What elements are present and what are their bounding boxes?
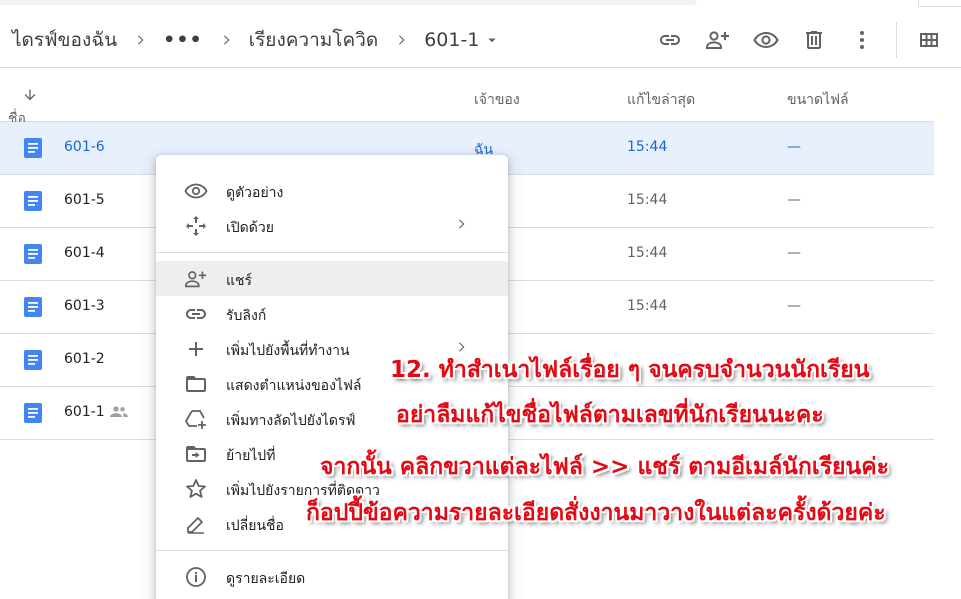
menu-item-label: ดูรายละเอียด — [226, 571, 306, 587]
breadcrumb: ไดรฟ์ของฉัน ••• เรียงความโควิด 601-1 — [12, 12, 509, 68]
chevron-right-icon — [394, 33, 408, 47]
context-menu: ดูตัวอย่าง เปิดด้วย แชร์ รับลิงก์ เพิ่มไ… — [156, 155, 508, 599]
top-strip — [0, 0, 961, 10]
move-arrows-icon — [184, 214, 208, 238]
menu-item-label: แชร์ — [226, 273, 253, 289]
file-size: — — [787, 298, 801, 314]
menu-item-open-with[interactable]: เปิดด้วย — [156, 208, 508, 243]
menu-item-preview[interactable]: ดูตัวอย่าง — [156, 173, 508, 208]
arrow-down-icon — [24, 89, 36, 101]
file-name: 601-5 — [64, 192, 105, 208]
chevron-right-icon — [454, 340, 468, 358]
breadcrumb-more[interactable]: ••• — [155, 29, 210, 51]
column-modified[interactable]: แก้ไขล่าสุด — [627, 89, 695, 111]
file-size: — — [787, 192, 801, 208]
file-name: 601-6 — [64, 139, 105, 155]
link-icon — [184, 302, 208, 326]
chevron-right-icon — [133, 33, 147, 47]
menu-item-get-link[interactable]: รับลิงก์ — [156, 296, 508, 331]
menu-item-show-location[interactable]: แสดงตำแหน่งของไฟล์ — [156, 366, 508, 401]
file-name: 601-4 — [64, 245, 105, 261]
grid-view-button[interactable] — [905, 16, 953, 64]
eye-icon — [184, 179, 208, 203]
move-to-icon — [184, 442, 208, 466]
breadcrumb-current[interactable]: 601-1 — [416, 29, 509, 51]
file-modified: 15:44 — [627, 139, 668, 155]
column-name[interactable]: ชื่อ — [8, 89, 38, 127]
google-docs-icon — [24, 403, 42, 423]
menu-item-label: ดูตัวอย่าง — [226, 185, 284, 201]
shared-people-icon — [110, 406, 128, 417]
google-docs-icon — [24, 191, 42, 211]
breadcrumb-folder[interactable]: เรียงความโควิด — [241, 25, 387, 55]
remove-button[interactable] — [790, 16, 838, 64]
file-modified: 15:44 — [627, 298, 668, 314]
preview-eye-icon — [753, 31, 779, 49]
file-name: 601-2 — [64, 351, 105, 367]
top-right-control-edge[interactable] — [918, 0, 961, 7]
drive-header: ไดรฟ์ของฉัน ••• เรียงความโควิด 601-1 — [0, 12, 961, 68]
search-bar-edge[interactable] — [0, 0, 697, 5]
add-person-icon — [706, 31, 729, 49]
file-name: 601-3 — [64, 298, 105, 314]
toolbar-divider — [896, 22, 897, 58]
menu-item-share[interactable]: แชร์ — [156, 261, 508, 296]
breadcrumb-current-label: 601-1 — [424, 29, 480, 51]
menu-divider — [156, 550, 508, 551]
menu-item-add-to-starred[interactable]: เพิ่มไปยังรายการที่ติดดาว — [156, 471, 508, 506]
menu-item-label: เพิ่มไปยังพื้นที่ทำงาน — [226, 343, 350, 359]
preview-button[interactable] — [742, 16, 790, 64]
grid-view-icon — [920, 33, 938, 47]
file-size: — — [787, 139, 801, 155]
breadcrumb-my-drive[interactable]: ไดรฟ์ของฉัน — [12, 25, 125, 55]
chevron-right-icon — [454, 217, 468, 235]
menu-item-label: รับลิงก์ — [226, 308, 267, 324]
google-docs-icon — [24, 244, 42, 264]
file-modified: 15:44 — [627, 192, 668, 208]
add-person-icon — [184, 267, 208, 291]
menu-item-label: เปลี่ยนชื่อ — [226, 518, 284, 534]
menu-divider — [156, 252, 508, 253]
pencil-icon — [184, 512, 208, 536]
menu-item-label: เพิ่มไปยังรายการที่ติดดาว — [226, 483, 380, 499]
file-list-header: ชื่อ เจ้าของ แก้ไขล่าสุด ขนาดไฟล์ — [0, 70, 934, 127]
add-shortcut-icon — [184, 407, 208, 431]
info-icon — [184, 565, 208, 589]
menu-item-rename[interactable]: เปลี่ยนชื่อ — [156, 506, 508, 541]
menu-item-label: ย้ายไปที่ — [226, 448, 276, 464]
header-actions — [646, 12, 961, 68]
menu-item-details[interactable]: ดูรายละเอียด — [156, 559, 508, 594]
star-icon — [184, 477, 208, 501]
folder-icon — [184, 372, 208, 396]
more-vert-icon — [860, 31, 864, 49]
column-size[interactable]: ขนาดไฟล์ — [787, 89, 849, 111]
link-icon — [660, 35, 680, 45]
chevron-right-icon — [219, 33, 233, 47]
menu-item-label: เปิดด้วย — [226, 220, 274, 236]
file-size: — — [787, 245, 801, 261]
get-link-button[interactable] — [646, 16, 694, 64]
caret-down-icon — [483, 31, 501, 49]
google-docs-icon — [24, 297, 42, 317]
menu-item-label: เพิ่มทางลัดไปยังไดรฟ์ — [226, 413, 356, 429]
google-docs-icon — [24, 138, 42, 158]
trash-icon — [806, 31, 822, 49]
file-name: 601-1 — [64, 404, 105, 420]
menu-item-add-shortcut[interactable]: เพิ่มทางลัดไปยังไดรฟ์ — [156, 401, 508, 436]
more-actions-button[interactable] — [838, 16, 886, 64]
file-modified: 15:44 — [627, 245, 668, 261]
google-docs-icon — [24, 350, 42, 370]
column-owner[interactable]: เจ้าของ — [474, 89, 520, 111]
menu-item-add-to-workspace[interactable]: เพิ่มไปยังพื้นที่ทำงาน — [156, 331, 508, 366]
menu-item-label: แสดงตำแหน่งของไฟล์ — [226, 378, 362, 394]
share-button[interactable] — [694, 16, 742, 64]
menu-item-move-to[interactable]: ย้ายไปที่ — [156, 436, 508, 471]
plus-icon — [184, 337, 208, 361]
